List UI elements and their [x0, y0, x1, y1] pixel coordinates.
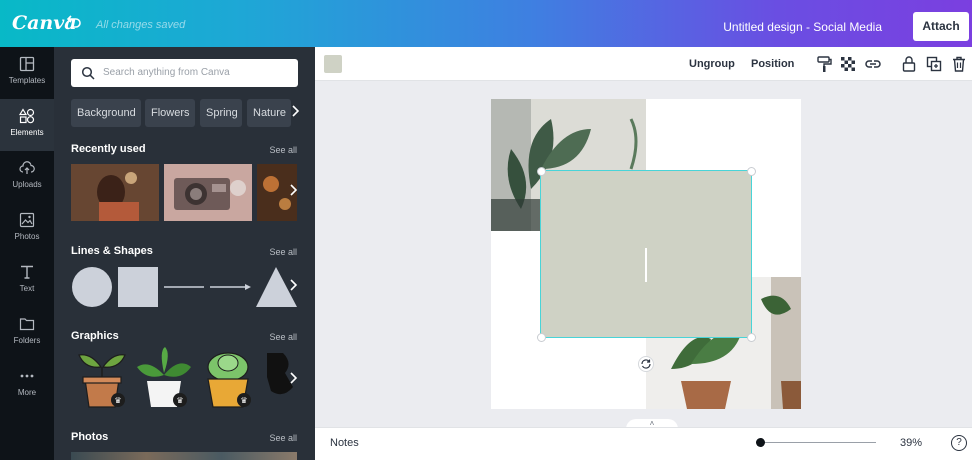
rail-label: Uploads: [12, 180, 42, 189]
undo-icon[interactable]: [66, 13, 82, 34]
photo-icon: [19, 212, 35, 228]
svg-text:♛: ♛: [176, 396, 183, 405]
context-toolbar: Ungroup Position: [315, 47, 972, 81]
text-icon: [21, 265, 33, 279]
ungroup-button[interactable]: Ungroup: [689, 58, 735, 70]
trash-icon[interactable]: [950, 55, 968, 73]
save-status: All changes saved: [96, 19, 186, 31]
chevron-right-icon[interactable]: [288, 371, 298, 388]
rail-label: Templates: [8, 76, 46, 85]
bottom-bar: Notes 39% ?: [315, 427, 972, 460]
chip-flowers[interactable]: Flowers: [145, 99, 195, 127]
rail-item-photos[interactable]: Photos: [0, 203, 54, 255]
side-rail: Templates Elements Uploads Photos Text F…: [0, 47, 54, 460]
recent-photo-woman[interactable]: [71, 164, 159, 221]
rail-label: Folders: [13, 336, 41, 345]
section-title-recent: Recently used: [71, 143, 146, 155]
chip-spring[interactable]: Spring: [200, 99, 242, 127]
rail-label: More: [17, 388, 37, 397]
photos-row-preview: [71, 452, 297, 460]
rotate-icon[interactable]: [638, 356, 654, 372]
top-bar: Canva All changes saved Untitled design …: [0, 0, 972, 47]
templates-icon: [19, 56, 35, 72]
resize-handle-bottom-left[interactable]: [537, 333, 546, 342]
zoom-slider-handle[interactable]: [756, 438, 765, 447]
rail-item-templates[interactable]: Templates: [0, 47, 54, 99]
rail-label: Text: [19, 284, 35, 293]
search-box[interactable]: Search anything from Canva: [71, 59, 298, 87]
rail-item-folders[interactable]: Folders: [0, 307, 54, 359]
position-button[interactable]: Position: [751, 58, 794, 70]
svg-text:♛: ♛: [114, 396, 121, 405]
see-all-recent[interactable]: See all: [269, 145, 297, 155]
chip-nature[interactable]: Nature: [247, 99, 291, 127]
rail-item-elements[interactable]: Elements: [0, 99, 54, 151]
upload-cloud-icon: [19, 161, 35, 174]
see-all-photos[interactable]: See all: [269, 433, 297, 443]
link-icon[interactable]: [864, 55, 882, 73]
chevron-right-icon[interactable]: [288, 278, 298, 295]
zoom-slider[interactable]: [756, 442, 876, 443]
svg-text:♛: ♛: [240, 396, 247, 405]
section-title-graphics: Graphics: [71, 330, 119, 342]
rail-item-text[interactable]: Text: [0, 255, 54, 307]
folder-icon: [19, 318, 35, 331]
paint-roller-icon[interactable]: [815, 55, 833, 73]
resize-handle-bottom-right[interactable]: [747, 333, 756, 342]
search-input[interactable]: Search anything from Canva: [103, 67, 230, 78]
shape-square[interactable]: [118, 267, 158, 307]
shape-circle[interactable]: [72, 267, 112, 307]
rail-label: Elements: [10, 128, 44, 137]
text-cursor: [645, 248, 647, 282]
search-icon: [81, 66, 95, 80]
attach-button[interactable]: Attach: [913, 12, 969, 41]
resize-handle-top-left[interactable]: [537, 167, 546, 176]
rail-item-more[interactable]: More: [0, 359, 54, 411]
resize-handle-top-right[interactable]: [747, 167, 756, 176]
recent-photo-camera[interactable]: [164, 164, 252, 221]
elements-icon: [19, 108, 35, 124]
zoom-level[interactable]: 39%: [900, 437, 922, 449]
transparency-icon[interactable]: [839, 55, 857, 73]
see-all-lines-shapes[interactable]: See all: [269, 247, 297, 257]
color-swatch[interactable]: [324, 55, 342, 73]
section-title-photos: Photos: [71, 431, 109, 443]
section-title-lines-shapes: Lines & Shapes: [71, 245, 153, 257]
help-icon[interactable]: ?: [951, 435, 967, 451]
chevron-right-icon[interactable]: [288, 183, 298, 200]
rail-label: Photos: [14, 232, 40, 241]
see-all-graphics[interactable]: See all: [269, 332, 297, 342]
design-title[interactable]: Untitled design - Social Media: [723, 20, 882, 34]
elements-panel: Search anything from Canva Background Fl…: [54, 47, 315, 460]
chip-background[interactable]: Background: [71, 99, 141, 127]
lock-icon[interactable]: [900, 55, 918, 73]
rail-item-uploads[interactable]: Uploads: [0, 151, 54, 203]
more-dots-icon: [20, 374, 34, 378]
graphics-row: ♛ ♛ ♛: [78, 347, 293, 408]
shapes-row: [72, 267, 297, 307]
duplicate-icon[interactable]: [925, 55, 943, 73]
chevron-right-icon[interactable]: [290, 104, 300, 121]
notes-button[interactable]: Notes: [330, 437, 359, 449]
